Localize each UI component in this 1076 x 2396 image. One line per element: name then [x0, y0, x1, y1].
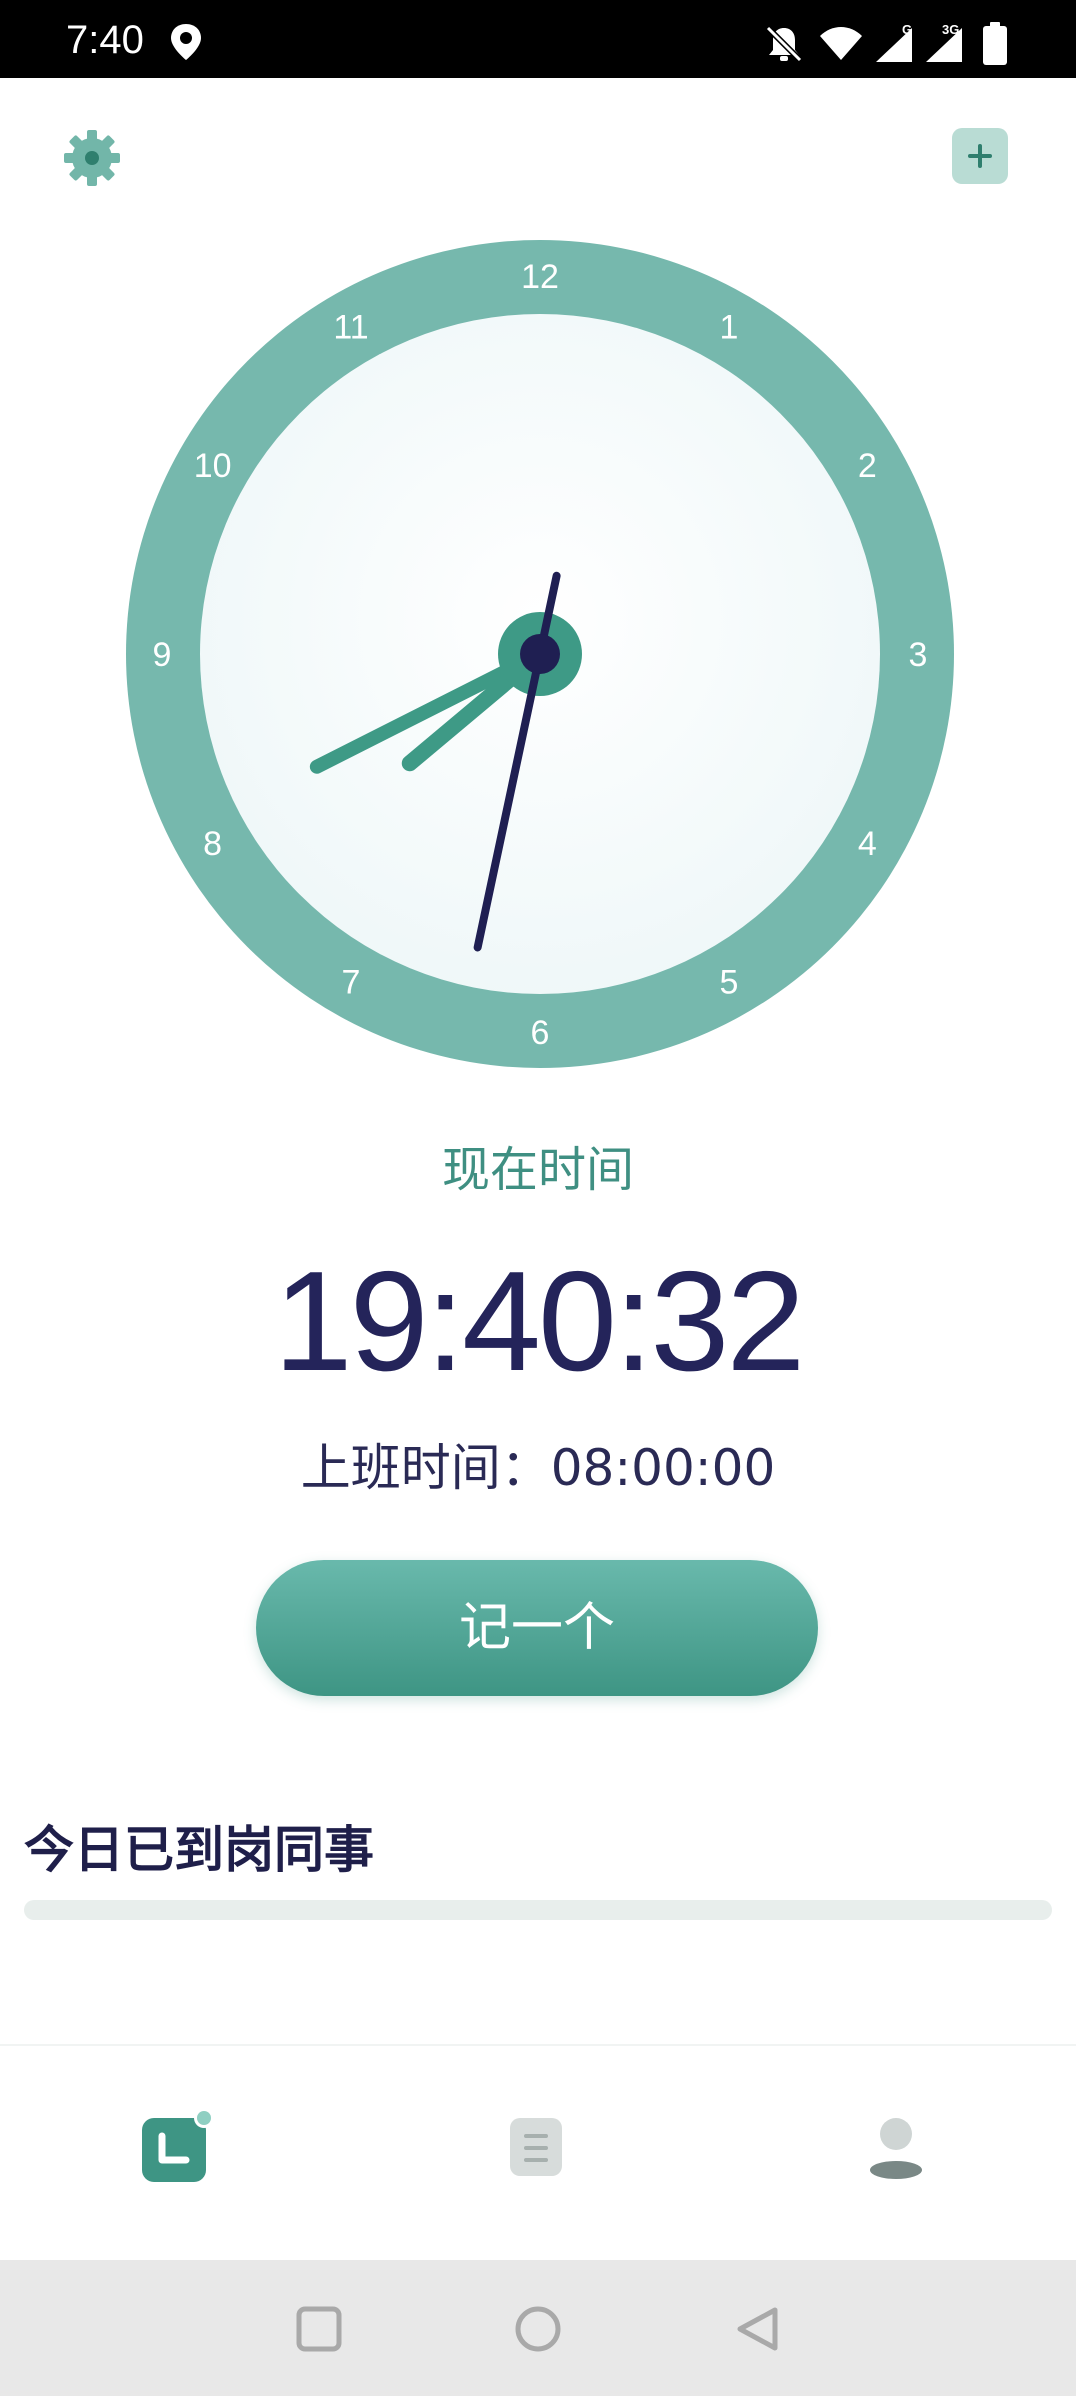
status-time: 7:40 [66, 18, 144, 62]
system-nav-bar [0, 2260, 1076, 2396]
plus-icon [952, 128, 1008, 184]
recent-apps-icon[interactable] [294, 2304, 344, 2354]
status-bar: 7:40 G 3G [0, 0, 1076, 78]
clock-center-dot [520, 634, 560, 674]
tab-profile[interactable] [856, 2106, 936, 2186]
clock-number-5: 5 [720, 963, 739, 1001]
colleagues-title: 今日已到岗同事 [24, 1821, 374, 1879]
user-icon [856, 2118, 936, 2190]
app-screen: 7:40 G 3G 12 1 2 3 4 5 6 7 8 9 10 11 现在时… [0, 0, 1076, 2396]
location-icon [168, 22, 204, 66]
tab-records[interactable] [496, 2106, 576, 2186]
home-icon[interactable] [513, 2304, 563, 2354]
analog-clock: 12 1 2 3 4 5 6 7 8 9 10 11 [120, 234, 960, 1074]
current-time: 19:40:32 [273, 1242, 806, 1401]
work-time: 上班时间：08:00:00 [300, 1439, 776, 1497]
back-icon[interactable] [732, 2304, 782, 2354]
now-label: 现在时间 [441, 1142, 634, 1198]
wifi-icon [818, 24, 864, 66]
clock-number-10: 10 [194, 447, 232, 485]
tab-home[interactable] [136, 2106, 216, 2186]
clock-number-6: 6 [531, 1014, 550, 1052]
clock-number-9: 9 [153, 636, 172, 674]
clock-number-8: 8 [203, 825, 222, 863]
clock-number-11: 11 [333, 309, 368, 347]
clock-number-2: 2 [858, 447, 877, 485]
colleagues-list [24, 1900, 1052, 1920]
svg-text:G: G [902, 22, 912, 37]
bell-off-icon [764, 24, 804, 68]
clock-number-1: 1 [720, 309, 739, 347]
document-list-icon [496, 2118, 576, 2190]
clock-number-3: 3 [909, 636, 928, 674]
clock-number-12: 12 [521, 258, 559, 296]
settings-button[interactable] [60, 126, 124, 190]
clock-home-icon [136, 2108, 216, 2190]
svg-text:3G: 3G [942, 22, 959, 37]
clock-number-4: 4 [858, 825, 877, 863]
gear-icon [60, 130, 124, 194]
bottom-nav [0, 2044, 1076, 2262]
battery-icon [982, 22, 1008, 70]
add-button[interactable] [952, 128, 1008, 184]
clock-number-7: 7 [342, 963, 361, 1001]
record-button[interactable]: 记一个 [256, 1560, 818, 1696]
signal-g-icon: G [872, 22, 916, 68]
signal-3g-icon: 3G [922, 22, 966, 68]
